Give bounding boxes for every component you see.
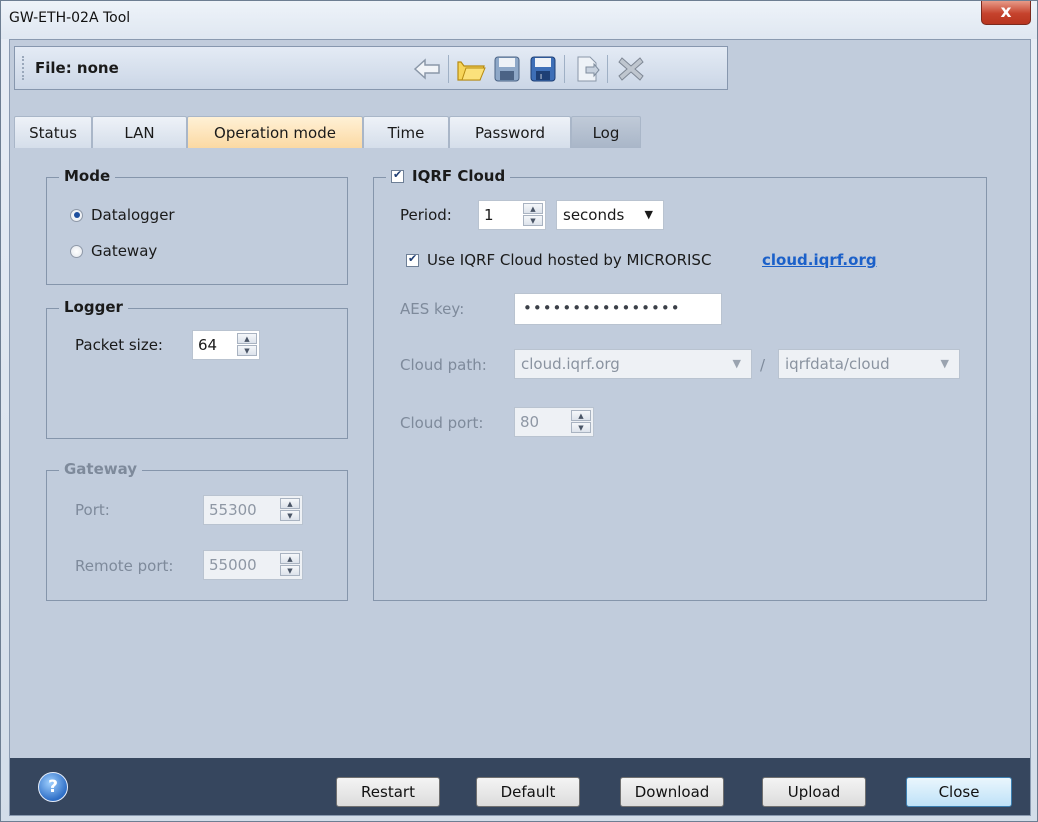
remote-port-value: 55000 bbox=[209, 556, 257, 574]
tab-lan[interactable]: LAN bbox=[92, 116, 187, 148]
iqrf-cloud-legend: IQRF Cloud bbox=[386, 167, 511, 185]
toolbar-separator bbox=[607, 55, 608, 83]
spin-down-icon[interactable]: ▼ bbox=[523, 215, 543, 226]
gateway-legend: Gateway bbox=[59, 460, 143, 478]
spin-down-icon[interactable]: ▼ bbox=[237, 345, 257, 356]
svg-text:I: I bbox=[540, 73, 542, 81]
gateway-port-stepper[interactable]: 55300 ▲ ▼ bbox=[203, 495, 303, 525]
use-hosted-checkbox[interactable] bbox=[406, 252, 419, 267]
restart-button[interactable]: Restart bbox=[336, 777, 440, 807]
period-stepper[interactable]: 1 ▲ ▼ bbox=[478, 200, 546, 230]
iqrf-cloud-checkbox[interactable] bbox=[391, 168, 404, 183]
cloud-link[interactable]: cloud.iqrf.org bbox=[762, 251, 877, 269]
tab-status[interactable]: Status bbox=[14, 116, 92, 148]
toolbar-grip bbox=[22, 56, 24, 80]
aes-key-value: •••••••••••••••• bbox=[523, 299, 681, 317]
spin-up-icon[interactable]: ▲ bbox=[571, 410, 591, 421]
export-icon[interactable] bbox=[571, 53, 603, 85]
packet-size-label: Packet size: bbox=[75, 336, 163, 354]
mode-group: Mode Datalogger Gateway bbox=[46, 167, 348, 285]
spin-down-icon[interactable]: ▼ bbox=[280, 510, 300, 521]
iqrf-cloud-group: IQRF Cloud Period: 1 ▲▼ seconds ▼ Use IQ… bbox=[373, 167, 987, 601]
radio-gateway-label: Gateway bbox=[91, 242, 158, 260]
tab-password[interactable]: Password bbox=[449, 116, 571, 148]
logger-group: Logger Packet size: 64 ▲ ▼ bbox=[46, 298, 348, 439]
gateway-port-label: Port: bbox=[75, 501, 110, 519]
back-arrow-icon[interactable] bbox=[411, 53, 443, 85]
toolbar: File: none I bbox=[14, 46, 728, 90]
iqrf-cloud-legend-label: IQRF Cloud bbox=[412, 167, 506, 185]
upload-button[interactable]: Upload bbox=[762, 777, 866, 807]
use-hosted-row[interactable]: Use IQRF Cloud hosted by MICRORISC bbox=[406, 251, 711, 269]
period-value: 1 bbox=[484, 206, 494, 224]
window-title: GW-ETH-02A Tool bbox=[9, 10, 131, 26]
tab-time[interactable]: Time bbox=[363, 116, 449, 148]
file-label: File: none bbox=[35, 59, 119, 77]
use-hosted-label: Use IQRF Cloud hosted by MICRORISC bbox=[427, 251, 712, 269]
gateway-port-value: 55300 bbox=[209, 501, 257, 519]
radio-datalogger-label: Datalogger bbox=[91, 206, 175, 224]
cloud-port-value: 80 bbox=[520, 413, 540, 431]
remote-port-label: Remote port: bbox=[75, 557, 174, 575]
chevron-down-icon: ▼ bbox=[732, 357, 741, 370]
cloud-path-dir-select[interactable]: iqrfdata/cloud ▼ bbox=[778, 349, 960, 379]
logger-legend: Logger bbox=[59, 298, 128, 316]
spin-up-icon[interactable]: ▲ bbox=[523, 203, 543, 214]
chevron-down-icon: ▼ bbox=[940, 357, 949, 370]
spin-up-icon[interactable]: ▲ bbox=[237, 333, 257, 344]
packet-size-stepper[interactable]: 64 ▲ ▼ bbox=[192, 330, 260, 360]
toolbar-separator bbox=[564, 55, 565, 83]
cloud-path-separator: / bbox=[760, 356, 766, 374]
close-button[interactable]: Close bbox=[906, 777, 1012, 807]
aes-key-field[interactable]: •••••••••••••••• bbox=[514, 293, 722, 325]
aes-key-label: AES key: bbox=[400, 300, 465, 318]
cloud-path-host-value: cloud.iqrf.org bbox=[521, 355, 620, 373]
cloud-path-dir-value: iqrfdata/cloud bbox=[785, 355, 890, 373]
save-as-icon[interactable]: I bbox=[527, 53, 559, 85]
cloud-port-label: Cloud port: bbox=[400, 414, 484, 432]
operation-mode-panel: Mode Datalogger Gateway Logger Packet si… bbox=[10, 148, 1030, 758]
cloud-path-host-select[interactable]: cloud.iqrf.org ▼ bbox=[514, 349, 752, 379]
radio-datalogger[interactable]: Datalogger bbox=[70, 206, 175, 224]
gateway-group: Gateway Port: 55300 ▲ ▼ Remote port: 5500… bbox=[46, 460, 348, 601]
period-unit-select[interactable]: seconds ▼ bbox=[556, 200, 664, 230]
app-window: GW-ETH-02A Tool x File: none I Status LA… bbox=[0, 0, 1038, 822]
help-icon[interactable]: ? bbox=[38, 772, 68, 802]
radio-gateway[interactable]: Gateway bbox=[70, 242, 157, 260]
spin-up-icon[interactable]: ▲ bbox=[280, 498, 300, 509]
title-bar[interactable]: GW-ETH-02A Tool x bbox=[1, 1, 1037, 39]
save-icon[interactable] bbox=[491, 53, 523, 85]
client-area: File: none I Status LAN Operation mode T… bbox=[9, 39, 1031, 816]
spin-down-icon[interactable]: ▼ bbox=[280, 565, 300, 576]
cloud-port-stepper[interactable]: 80 ▲ ▼ bbox=[514, 407, 594, 437]
mode-legend: Mode bbox=[59, 167, 116, 185]
spin-down-icon[interactable]: ▼ bbox=[571, 422, 591, 433]
tab-operation-mode[interactable]: Operation mode bbox=[187, 116, 363, 148]
download-button[interactable]: Download bbox=[620, 777, 724, 807]
remote-port-stepper[interactable]: 55000 ▲ ▼ bbox=[203, 550, 303, 580]
period-unit-value: seconds bbox=[563, 206, 625, 224]
packet-size-value: 64 bbox=[198, 336, 218, 354]
window-close-button[interactable]: x bbox=[981, 1, 1031, 25]
tab-log[interactable]: Log bbox=[571, 116, 641, 148]
radio-datalogger-icon[interactable] bbox=[70, 208, 83, 222]
toolbar-separator bbox=[448, 55, 449, 83]
open-folder-icon[interactable] bbox=[455, 53, 487, 85]
footer-bar: ? Restart Default Download Upload Close bbox=[10, 758, 1030, 815]
delete-icon[interactable] bbox=[615, 53, 647, 85]
chevron-down-icon: ▼ bbox=[644, 208, 653, 221]
default-button[interactable]: Default bbox=[476, 777, 580, 807]
period-label: Period: bbox=[400, 206, 452, 224]
spin-up-icon[interactable]: ▲ bbox=[280, 553, 300, 564]
radio-gateway-icon[interactable] bbox=[70, 244, 83, 258]
cloud-path-label: Cloud path: bbox=[400, 356, 487, 374]
